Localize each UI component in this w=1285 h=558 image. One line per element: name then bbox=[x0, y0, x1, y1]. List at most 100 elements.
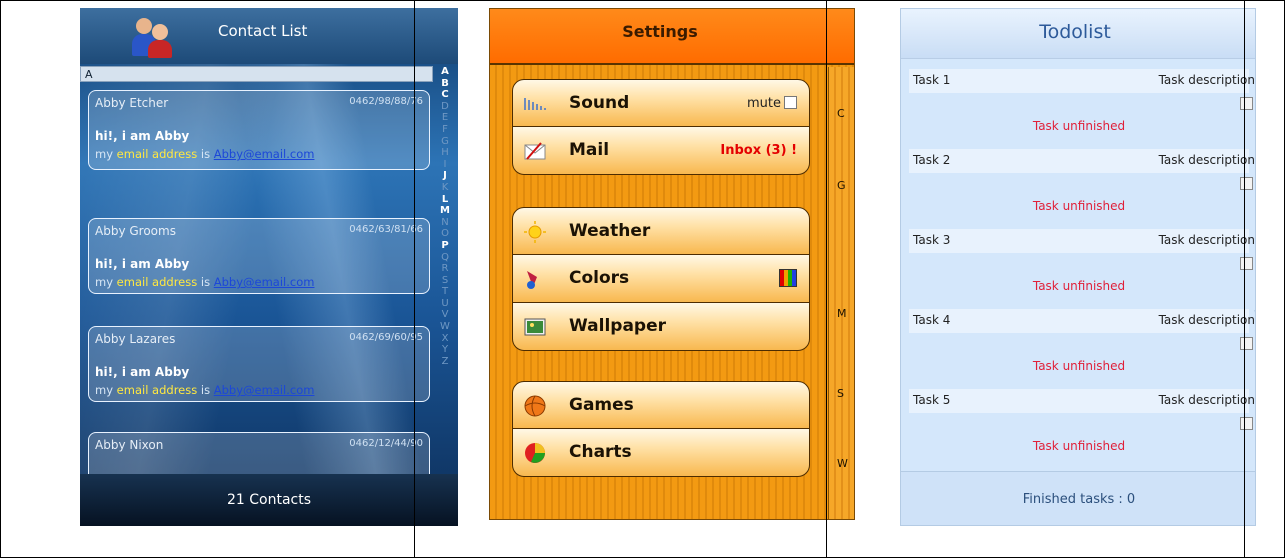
alphabet-index[interactable]: ABCDEFGHIJKLMNOPQRSTUVWXYZ bbox=[436, 66, 454, 474]
index-letter[interactable]: C bbox=[1253, 85, 1255, 96]
index-letter[interactable]: Z bbox=[1253, 343, 1255, 354]
index-letter[interactable]: H bbox=[1253, 141, 1255, 152]
task-item[interactable]: Task 2 Task description Task unfinished bbox=[909, 147, 1255, 221]
contact-card[interactable]: Abby Lazares 0462/69/60/95 hi!, i am Abb… bbox=[88, 326, 430, 402]
contact-greeting: hi!, i am Abby bbox=[95, 129, 190, 143]
finished-tasks-count: Finished tasks : 0 bbox=[1022, 492, 1136, 507]
index-letter[interactable]: K bbox=[436, 182, 454, 194]
index-letter[interactable]: V bbox=[436, 309, 454, 321]
index-letter[interactable]: E bbox=[1253, 108, 1255, 119]
index-letter[interactable]: K bbox=[1253, 175, 1255, 186]
color-palette-icon bbox=[779, 269, 797, 287]
index-letter[interactable]: S bbox=[1253, 265, 1255, 276]
index-letter[interactable]: D bbox=[1253, 97, 1255, 108]
index-letter[interactable]: V bbox=[1253, 298, 1255, 309]
index-letter[interactable]: W bbox=[837, 457, 848, 470]
weather-label: Weather bbox=[569, 221, 651, 241]
task-name: Task 5 bbox=[913, 393, 951, 407]
index-letter[interactable]: O bbox=[1253, 220, 1255, 231]
task-status: Task unfinished bbox=[1032, 359, 1126, 373]
wallpaper-icon bbox=[524, 318, 546, 336]
contact-email-link[interactable]: Abby@email.com bbox=[214, 147, 315, 161]
task-checkbox[interactable] bbox=[1240, 417, 1253, 430]
index-letter[interactable]: H bbox=[436, 147, 454, 159]
sound-icon bbox=[524, 98, 546, 110]
task-item[interactable]: Task 3 Task description Task unfinished bbox=[909, 227, 1255, 301]
index-letter[interactable]: E bbox=[436, 112, 454, 124]
contact-email-link[interactable]: Abby@email.com bbox=[214, 383, 315, 397]
index-letter[interactable]: S bbox=[837, 387, 844, 400]
index-letter[interactable]: F bbox=[1253, 119, 1255, 130]
contact-email-link[interactable]: Abby@email.com bbox=[214, 275, 315, 289]
settings-item-charts[interactable]: Charts bbox=[512, 429, 810, 477]
todolist-alphabet-index[interactable]: ABCDEFGHIJKLMNOPQRSTUVWXYZ bbox=[1253, 63, 1256, 354]
index-letter[interactable]: A bbox=[436, 66, 454, 78]
mute-checkbox[interactable] bbox=[784, 96, 797, 109]
settings-group: Weather Colors Wallpaper bbox=[512, 207, 810, 351]
contact-greeting: hi!, i am Abby bbox=[95, 365, 190, 379]
index-letter[interactable]: G bbox=[837, 179, 846, 192]
settings-alphabet-index[interactable]: C G M S W bbox=[828, 67, 854, 519]
index-letter[interactable]: Y bbox=[436, 344, 454, 356]
task-checkbox[interactable] bbox=[1240, 257, 1253, 270]
sound-label: Sound bbox=[569, 93, 630, 113]
task-status: Task unfinished bbox=[1032, 279, 1126, 293]
index-letter[interactable]: U bbox=[1253, 287, 1255, 298]
task-checkbox[interactable] bbox=[1240, 337, 1253, 350]
task-description: Task description bbox=[1158, 393, 1255, 407]
index-letter[interactable]: U bbox=[436, 298, 454, 310]
task-checkbox[interactable] bbox=[1240, 177, 1253, 190]
index-letter[interactable]: L bbox=[1253, 186, 1255, 197]
index-letter[interactable]: P bbox=[436, 240, 454, 252]
mail-label: Mail bbox=[569, 140, 610, 160]
task-status: Task unfinished bbox=[1032, 119, 1126, 133]
index-letter[interactable]: C bbox=[436, 89, 454, 101]
index-letter[interactable]: W bbox=[436, 321, 454, 333]
index-letter[interactable]: T bbox=[1253, 276, 1255, 287]
index-letter[interactable]: X bbox=[436, 333, 454, 345]
settings-item-mail[interactable]: Mail Inbox (3) ! bbox=[512, 127, 810, 175]
index-letter[interactable]: I bbox=[436, 159, 454, 171]
contact-card[interactable]: Abby Grooms 0462/63/81/66 hi!, i am Abby… bbox=[88, 218, 430, 294]
settings-item-wallpaper[interactable]: Wallpaper bbox=[512, 303, 810, 351]
contact-email-line: my email address is Abby@email.com bbox=[95, 383, 315, 397]
index-letter[interactable]: G bbox=[436, 136, 454, 148]
index-letter[interactable]: R bbox=[1253, 253, 1255, 264]
index-letter[interactable]: T bbox=[436, 286, 454, 298]
contact-phone: 0462/98/88/76 bbox=[349, 96, 423, 107]
mute-toggle[interactable]: mute bbox=[747, 96, 797, 111]
index-letter[interactable]: G bbox=[1253, 130, 1255, 141]
index-letter[interactable]: B bbox=[436, 78, 454, 90]
settings-item-games[interactable]: Games bbox=[512, 381, 810, 429]
index-letter[interactable]: Y bbox=[1253, 332, 1255, 343]
task-checkbox[interactable] bbox=[1240, 97, 1253, 110]
contact-count: 21 Contacts bbox=[80, 474, 458, 526]
contact-phone: 0462/12/44/90 bbox=[349, 438, 423, 449]
index-letter[interactable]: S bbox=[436, 275, 454, 287]
index-letter[interactable]: Q bbox=[436, 252, 454, 264]
task-item[interactable]: Task 1 Task description Task unfinished bbox=[909, 67, 1255, 141]
index-letter[interactable]: F bbox=[436, 124, 454, 136]
index-letter[interactable]: M bbox=[436, 205, 454, 217]
index-letter[interactable]: O bbox=[436, 228, 454, 240]
task-item[interactable]: Task 5 Task description Task unfinished bbox=[909, 387, 1255, 461]
index-letter[interactable]: N bbox=[1253, 209, 1255, 220]
index-letter[interactable]: N bbox=[436, 217, 454, 229]
settings-item-weather[interactable]: Weather bbox=[512, 207, 810, 255]
index-letter[interactable]: M bbox=[837, 307, 847, 320]
settings-group: Sound mute Mail Inbox (3) ! bbox=[512, 79, 810, 175]
settings-item-sound[interactable]: Sound mute bbox=[512, 79, 810, 127]
task-description: Task description bbox=[1158, 233, 1255, 247]
contact-card[interactable]: Abby Etcher 0462/98/88/76 hi!, i am Abby… bbox=[88, 90, 430, 170]
index-letter[interactable]: C bbox=[837, 107, 845, 120]
contact-name: Abby Lazares bbox=[95, 332, 176, 346]
index-letter[interactable]: L bbox=[436, 194, 454, 206]
task-item[interactable]: Task 4 Task description Task unfinished bbox=[909, 307, 1255, 381]
settings-item-colors[interactable]: Colors bbox=[512, 255, 810, 303]
index-letter[interactable]: R bbox=[436, 263, 454, 275]
index-letter[interactable]: M bbox=[1253, 197, 1256, 208]
index-letter[interactable]: D bbox=[436, 101, 454, 113]
index-letter[interactable]: J bbox=[436, 170, 454, 182]
index-letter[interactable]: Z bbox=[436, 356, 454, 368]
contact-list-panel: Contact List A ABCDEFGHIJKLMNOPQRSTUVWXY… bbox=[80, 8, 458, 526]
